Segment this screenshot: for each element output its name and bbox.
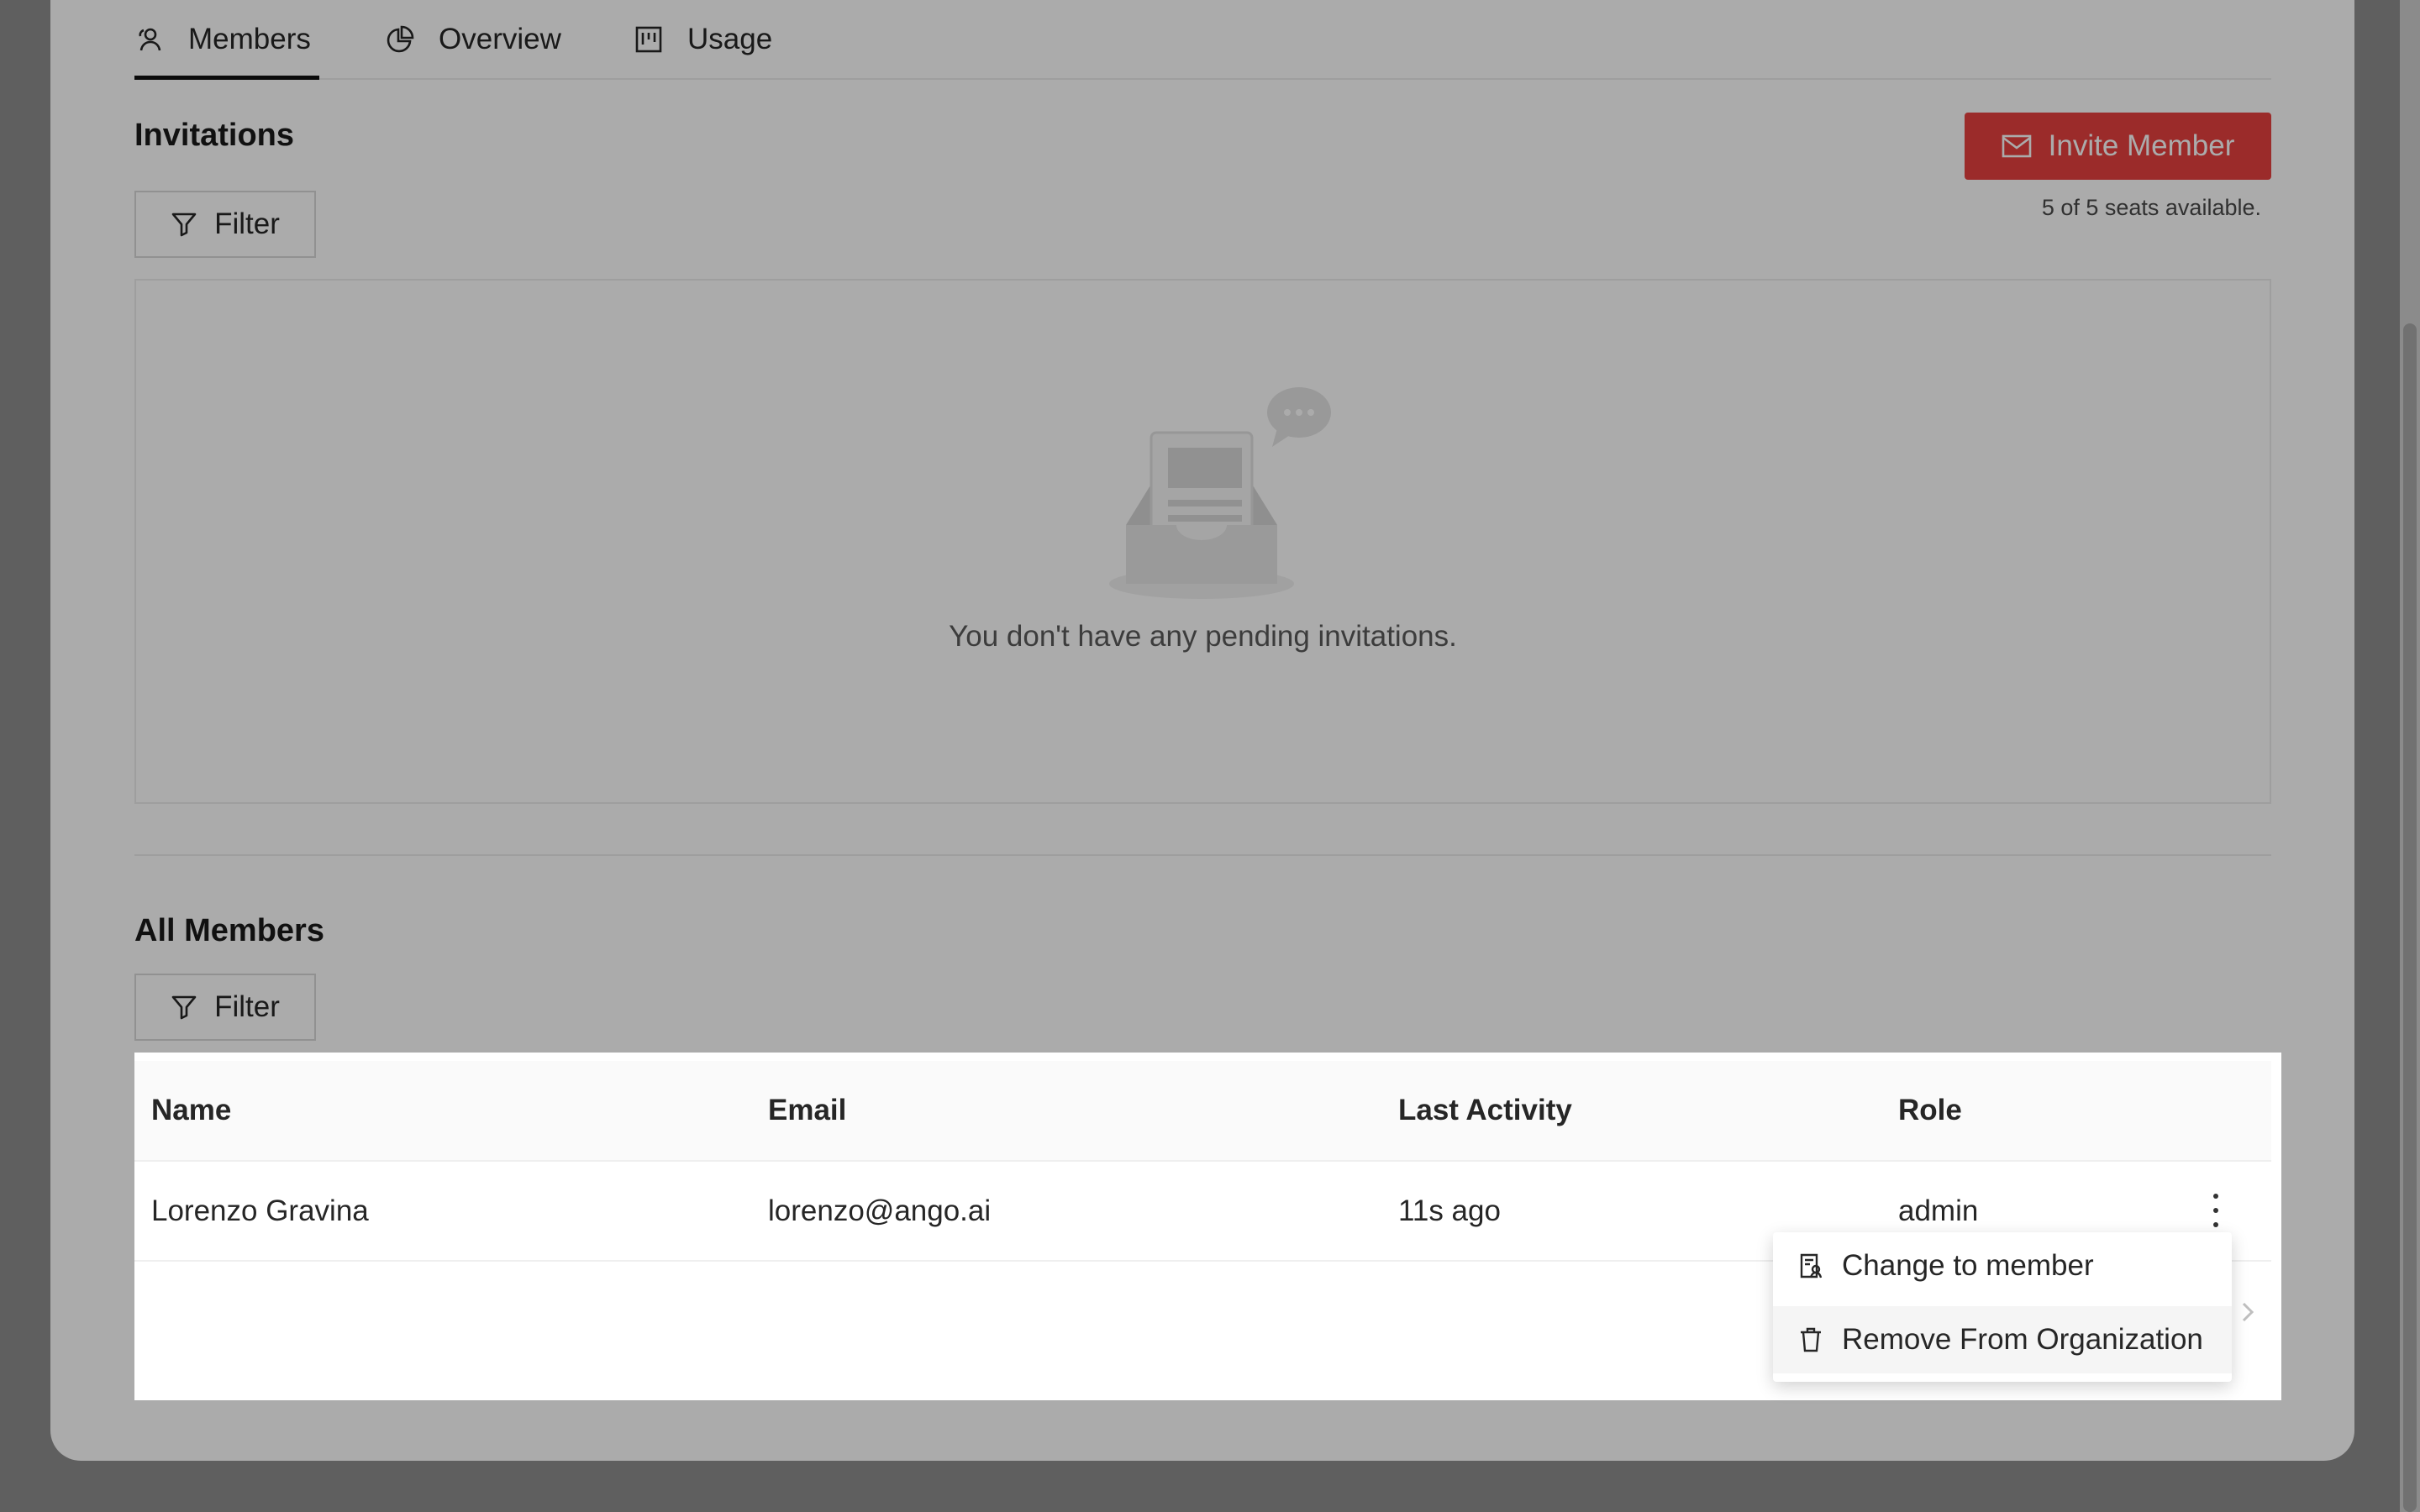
column-header-email[interactable]: Email bbox=[768, 1061, 846, 1160]
remove-from-organization-menu-item[interactable]: Remove From Organization bbox=[1773, 1306, 2232, 1373]
kebab-dot bbox=[2213, 1194, 2218, 1199]
kebab-dot bbox=[2213, 1222, 2218, 1227]
trash-icon bbox=[1801, 1327, 1821, 1352]
chevron-right-icon[interactable] bbox=[2235, 1299, 2260, 1325]
column-header-name[interactable]: Name bbox=[151, 1061, 231, 1160]
column-header-last-activity[interactable]: Last Activity bbox=[1398, 1061, 1572, 1160]
member-last-activity: 11s ago bbox=[1398, 1194, 1501, 1227]
change-to-member-menu-item[interactable]: Change to member bbox=[1773, 1232, 2232, 1299]
column-header-role[interactable]: Role bbox=[1898, 1061, 1962, 1160]
table-header: Name Email Last Activity Role bbox=[134, 1061, 2271, 1162]
row-actions-dropdown: Change to member Remove From Organizatio… bbox=[1773, 1232, 2232, 1382]
menu-item-label: Remove From Organization bbox=[1842, 1323, 2203, 1356]
menu-item-label: Change to member bbox=[1842, 1249, 2094, 1282]
row-actions-menu-button[interactable] bbox=[2206, 1194, 2226, 1227]
change-role-icon bbox=[1800, 1253, 1823, 1278]
member-name: Lorenzo Gravina bbox=[151, 1194, 369, 1227]
member-email: lorenzo@ango.ai bbox=[768, 1194, 992, 1227]
kebab-dot bbox=[2213, 1208, 2218, 1213]
